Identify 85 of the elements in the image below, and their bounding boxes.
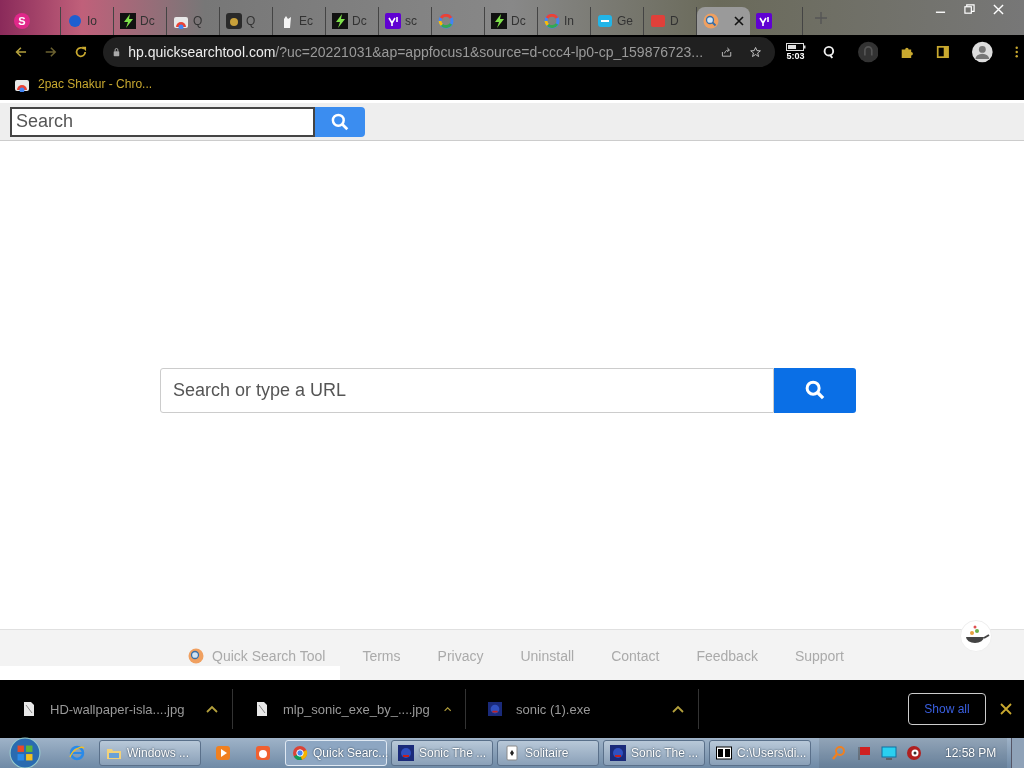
game-icon <box>398 745 414 761</box>
magnifier-favicon-icon <box>703 12 719 29</box>
browser-tab[interactable]: Dc <box>485 6 538 35</box>
search-button[interactable] <box>774 367 856 413</box>
magnifier-extension-icon[interactable] <box>821 43 836 60</box>
browser-icon <box>69 745 85 761</box>
app-icon <box>488 701 502 717</box>
search-button[interactable] <box>315 106 365 137</box>
footer-link[interactable]: Uninstall <box>520 648 575 664</box>
download-name: sonic (1).exe <box>516 701 592 717</box>
dot-favicon-icon <box>67 12 83 29</box>
taskbar-button[interactable]: Sonic The ... <box>391 740 493 766</box>
taskbar-button[interactable]: Solitaire <box>497 740 599 766</box>
footer-link[interactable]: Privacy <box>437 648 484 664</box>
letter-favicon-icon <box>385 12 401 29</box>
battery-icon <box>785 42 806 51</box>
app-icon <box>255 745 271 761</box>
browser-tab[interactable]: Q <box>167 6 220 35</box>
lightning-bolt-icon <box>332 12 348 29</box>
avatar-icon[interactable] <box>971 39 993 64</box>
footer-link[interactable]: Support <box>794 648 844 664</box>
close-icon[interactable] <box>1000 703 1012 715</box>
download-name: HD-wallpaper-isla....jpg <box>50 701 186 717</box>
taskbar-button[interactable]: C:\Users\di... <box>709 740 811 766</box>
square-favicon-icon <box>650 12 666 29</box>
download-item[interactable]: mlp_sonic_exe_by_....jpg <box>233 689 466 729</box>
taskbar-button[interactable]: Windows ... <box>99 740 201 766</box>
lock-icon <box>113 45 121 58</box>
archive-icon <box>716 745 732 761</box>
disc-favicon-icon <box>226 12 242 29</box>
download-name: mlp_sonic_exe_by_....jpg <box>283 701 430 717</box>
url-text: hp.quicksearchtool.com/?uc=20221031&ap=appfocus1&source=d-ccc4-lp0-cp_159876723... <box>128 43 704 60</box>
logo-icon <box>188 648 205 664</box>
browser-tab[interactable]: D <box>644 6 697 35</box>
search-icon <box>331 112 349 131</box>
side-panel-icon[interactable] <box>936 43 950 60</box>
browser-tab[interactable]: Io <box>61 6 114 35</box>
network-icon[interactable] <box>881 745 897 761</box>
browser-tab[interactable] <box>697 6 750 35</box>
caret-icon[interactable] <box>672 705 684 713</box>
play-icon <box>215 745 231 761</box>
game-icon <box>610 745 626 761</box>
browser-tab[interactable]: Q <box>220 6 273 35</box>
footer-link[interactable]: Terms <box>362 648 401 664</box>
download-item[interactable]: HD-wallpaper-isla....jpg <box>0 689 233 729</box>
browser-tab[interactable]: Dc <box>326 6 379 35</box>
start-button-icon[interactable] <box>9 737 41 768</box>
wok-icon[interactable] <box>960 620 992 652</box>
search-icon <box>805 380 825 400</box>
footer-link[interactable]: Feedback <box>696 648 758 664</box>
caret-icon[interactable] <box>206 705 218 713</box>
ring-favicon-icon <box>544 12 560 29</box>
browser-tab[interactable]: S <box>8 6 61 35</box>
ring-favicon-icon <box>438 12 454 29</box>
caret-icon[interactable] <box>443 705 451 713</box>
clock: 12:58 PM <box>945 746 997 760</box>
extension-icon[interactable] <box>857 39 879 64</box>
browser-tab[interactable]: In <box>538 6 591 35</box>
lightning-bolt-icon <box>491 12 507 29</box>
lightning-bolt-icon <box>120 12 136 29</box>
browser-tab[interactable]: sc <box>379 6 432 35</box>
browser-icon <box>292 745 308 761</box>
search-field[interactable]: Search <box>10 106 315 137</box>
browser-tab[interactable]: Dc <box>114 6 167 35</box>
letter-favicon-icon <box>756 12 772 29</box>
playing-card-icon <box>504 745 520 761</box>
address-bar[interactable]: hp.quicksearchtool.com/?uc=20221031&ap=appfocus1&source=d-ccc4-lp0-cp_159876723... <box>103 36 776 67</box>
browser-tab[interactable]: Ec <box>273 6 326 35</box>
tab-favicon: S <box>14 12 30 29</box>
file-icon <box>255 701 269 717</box>
close-tab-icon[interactable] <box>734 15 744 26</box>
footer-link[interactable]: Contact <box>611 648 660 664</box>
battery-extension[interactable]: 5:03 <box>785 42 806 61</box>
bookmark[interactable]: 2pac Shakur - Chro... <box>14 76 153 92</box>
show-desktop-button[interactable] <box>1011 738 1024 768</box>
taskbar-button[interactable]: Sonic The ... <box>603 740 705 766</box>
restore-icon[interactable] <box>964 4 975 15</box>
speaker-icon[interactable] <box>906 745 922 761</box>
download-item[interactable]: sonic (1).exe <box>466 689 699 729</box>
browser-tab[interactable]: Ge <box>591 6 644 35</box>
battery-time: 5:03 <box>786 50 805 61</box>
footer-brand-link[interactable]: Quick Search Tool <box>188 648 326 664</box>
cloud-favicon-icon <box>597 12 613 29</box>
show-all-button[interactable]: Show all <box>908 693 986 725</box>
file-icon <box>22 701 36 717</box>
